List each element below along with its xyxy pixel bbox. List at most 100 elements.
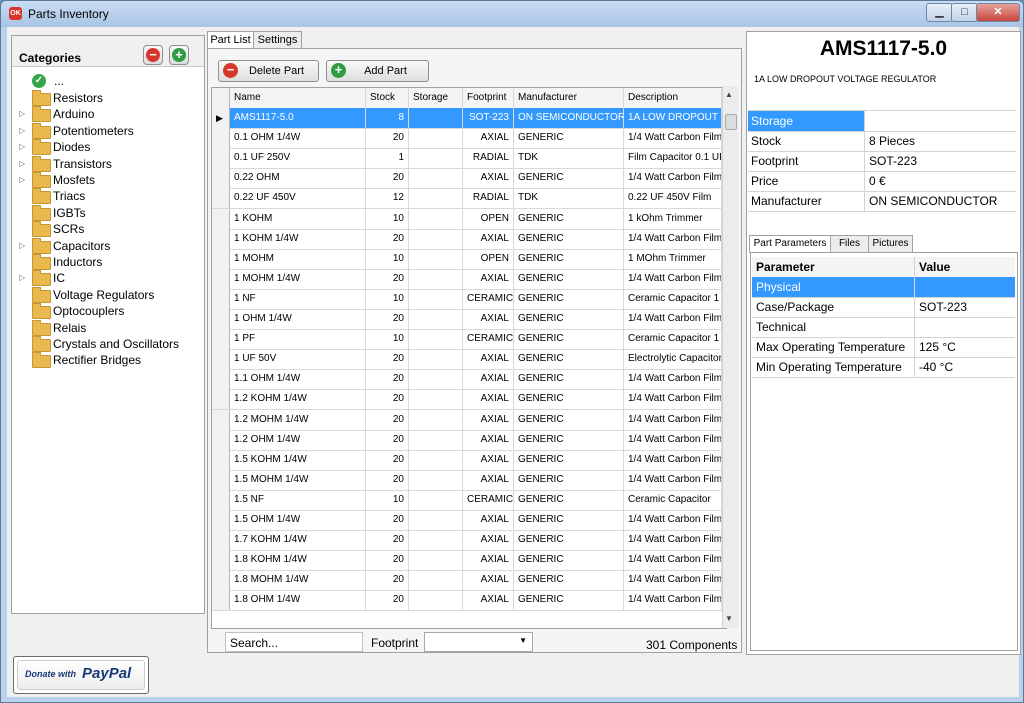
table-row[interactable]: 1.8 MOHM 1/4W 20 AXIAL GENERIC 1/4 Watt Carb… xyxy=(212,570,726,592)
row-header[interactable] xyxy=(212,369,230,390)
property-row[interactable]: Manufacturer ON SEMICONDUCTOR xyxy=(748,191,1016,212)
table-row[interactable]: 0.1 UF 250V 1 RADIAL TDK Film Capacitor 0.1 … xyxy=(212,148,726,170)
table-row[interactable]: 1.5 OHM 1/4W 20 AXIAL GENERIC 1/4 Watt Carbo… xyxy=(212,510,726,531)
table-row[interactable]: 1.2 MOHM 1/4W 20 AXIAL GENERIC 1/4 Watt Carb… xyxy=(212,409,726,431)
parameter-group-row[interactable]: Physical xyxy=(752,277,1015,298)
table-row[interactable]: 0.22 UF 450V 12 RADIAL TDK 0.22 UF 450V Film xyxy=(212,188,726,210)
row-header[interactable] xyxy=(212,429,230,450)
title-bar[interactable]: OK Parts Inventory ▁ □ ✕ xyxy=(1,1,1023,27)
row-header[interactable] xyxy=(212,530,230,551)
column-header-name[interactable]: Name xyxy=(230,88,366,108)
table-row[interactable]: 1.8 KOHM 1/4W 20 AXIAL GENERIC 1/4 Watt Carb… xyxy=(212,550,726,572)
row-header[interactable] xyxy=(212,449,230,470)
tree-item[interactable]: ▷ Arduino xyxy=(12,106,204,123)
column-header-storage[interactable]: Storage xyxy=(409,88,463,108)
tree-item[interactable]: ▷ Potentiometers xyxy=(12,122,204,139)
row-header[interactable] xyxy=(212,128,230,149)
expand-arrow-icon[interactable]: ▷ xyxy=(19,273,25,282)
table-row[interactable]: 1 OHM 1/4W 20 AXIAL GENERIC 1/4 Watt Carbon … xyxy=(212,309,726,330)
column-header-description[interactable]: Description xyxy=(624,88,722,108)
expand-arrow-icon[interactable]: ▷ xyxy=(19,109,25,118)
tree-item[interactable]: Optocouplers xyxy=(12,303,204,320)
tree-item[interactable]: Relais xyxy=(12,319,204,336)
row-header[interactable] xyxy=(212,309,230,329)
table-row[interactable]: 1 NF 10 CERAMIC GENERIC Ceramic Capacitor 1 xyxy=(212,288,726,310)
scroll-down-icon[interactable]: ▼ xyxy=(725,614,733,623)
minimize-button[interactable]: ▁ xyxy=(926,3,953,22)
table-row[interactable]: 0.1 OHM 1/4W 20 AXIAL GENERIC 1/4 Watt Carbo… xyxy=(212,128,726,150)
row-header[interactable] xyxy=(212,489,230,510)
property-row[interactable]: Footprint SOT-223 xyxy=(748,151,1016,172)
table-row[interactable]: 1.5 KOHM 1/4W 20 AXIAL GENERIC 1/4 Watt Carb… xyxy=(212,449,726,471)
add-part-button[interactable]: + Add Part xyxy=(326,60,429,82)
row-header[interactable] xyxy=(212,469,230,490)
row-header[interactable] xyxy=(212,168,230,189)
remove-category-button[interactable]: − xyxy=(143,45,163,65)
tree-item[interactable]: ▷ Diodes xyxy=(12,139,204,156)
expand-arrow-icon[interactable]: ▷ xyxy=(19,241,25,250)
tree-item[interactable]: Triacs xyxy=(12,188,204,205)
table-row[interactable]: 1 MOHM 10 OPEN GENERIC 1 MOhm Trimmer xyxy=(212,248,726,270)
parameter-group-row[interactable]: Technical xyxy=(752,317,1015,338)
close-button[interactable]: ✕ xyxy=(976,3,1020,22)
property-row[interactable]: Stock 8 Pieces xyxy=(748,131,1016,152)
tree-item[interactable]: ▷ Capacitors xyxy=(12,237,204,254)
row-header[interactable] xyxy=(212,329,230,350)
row-header[interactable] xyxy=(212,349,230,370)
table-row[interactable]: 1.5 MOHM 1/4W 20 AXIAL GENERIC 1/4 Watt Carb… xyxy=(212,469,726,491)
row-header[interactable] xyxy=(212,208,230,229)
row-header[interactable]: ▶ xyxy=(212,108,230,128)
maximize-button[interactable]: □ xyxy=(951,3,978,22)
tab-part-parameters[interactable]: Part Parameters xyxy=(749,235,831,253)
table-row[interactable]: 1.8 OHM 1/4W 20 AXIAL GENERIC 1/4 Watt Carbo… xyxy=(212,590,726,612)
table-scrollbar[interactable]: ▲ ▼ xyxy=(722,86,738,628)
row-header[interactable] xyxy=(212,570,230,591)
row-header[interactable] xyxy=(212,389,230,410)
row-header[interactable] xyxy=(212,510,230,530)
column-header-manufacturer[interactable]: Manufacturer xyxy=(514,88,624,108)
parameter-row[interactable]: Max Operating Temperature 125 °C xyxy=(752,337,1015,358)
tab-files[interactable]: Files xyxy=(830,235,869,252)
table-row[interactable]: 1.1 OHM 1/4W 20 AXIAL GENERIC 1/4 Watt Carbo… xyxy=(212,369,726,391)
row-header[interactable] xyxy=(212,148,230,169)
row-header[interactable] xyxy=(212,268,230,289)
table-row[interactable]: 1 KOHM 10 OPEN GENERIC 1 kOhm Trimmer xyxy=(212,208,726,230)
tab-part-list[interactable]: Part List xyxy=(207,31,254,49)
table-row[interactable]: 0.22 OHM 20 AXIAL GENERIC 1/4 Watt Carbon Fi… xyxy=(212,168,726,190)
footprint-select[interactable]: ▼ xyxy=(424,632,533,652)
row-header[interactable] xyxy=(212,188,230,209)
table-row[interactable]: 1.5 NF 10 CERAMIC GENERIC Ceramic Capacitor xyxy=(212,489,726,511)
column-header-stock[interactable]: Stock xyxy=(366,88,409,108)
search-input[interactable]: Search... xyxy=(225,632,363,652)
column-header-footprint[interactable]: Footprint xyxy=(463,88,514,108)
table-row[interactable]: ▶ AMS1117-5.0 8 SOT-223 ON SEMICONDUCTOR 1A L… xyxy=(212,108,726,129)
tab-settings[interactable]: Settings xyxy=(253,31,302,48)
tree-item[interactable]: ▷ Transistors xyxy=(12,155,204,172)
table-row[interactable]: 1.7 KOHM 1/4W 20 AXIAL GENERIC 1/4 Watt Carb… xyxy=(212,530,726,552)
row-header[interactable] xyxy=(212,228,230,249)
scroll-thumb[interactable] xyxy=(725,114,737,130)
table-row[interactable]: 1 MOHM 1/4W 20 AXIAL GENERIC 1/4 Watt Carbon… xyxy=(212,268,726,290)
table-row[interactable]: 1 PF 10 CERAMIC GENERIC Ceramic Capacitor 1 xyxy=(212,329,726,351)
scroll-up-icon[interactable]: ▲ xyxy=(725,90,733,99)
table-row[interactable]: 1.2 OHM 1/4W 20 AXIAL GENERIC 1/4 Watt Carbo… xyxy=(212,429,726,451)
parameter-row[interactable]: Min Operating Temperature -40 °C xyxy=(752,357,1015,378)
row-header[interactable] xyxy=(212,550,230,571)
expand-arrow-icon[interactable]: ▷ xyxy=(19,159,25,168)
row-header[interactable] xyxy=(212,590,230,611)
row-header[interactable] xyxy=(212,248,230,269)
tree-item[interactable]: Voltage Regulators xyxy=(12,286,204,303)
property-row[interactable]: Price 0 € xyxy=(748,171,1016,192)
tree-item[interactable]: Inductors xyxy=(12,254,204,270)
tab-pictures[interactable]: Pictures xyxy=(868,235,913,252)
tree-item[interactable]: Rectifier Bridges xyxy=(12,352,204,369)
tree-item[interactable]: Crystals and Oscillators xyxy=(12,336,204,352)
table-row[interactable]: 1 UF 50V 20 AXIAL GENERIC Electrolytic Capac… xyxy=(212,349,726,371)
row-header[interactable] xyxy=(212,288,230,309)
table-row[interactable]: 1.2 KOHM 1/4W 20 AXIAL GENERIC 1/4 Watt Carb… xyxy=(212,389,726,411)
tree-item[interactable]: IGBTs xyxy=(12,204,204,221)
parameter-row[interactable]: Case/Package SOT-223 xyxy=(752,297,1015,318)
property-row[interactable]: Storage xyxy=(748,111,1016,132)
tree-item[interactable]: ▷ Mosfets xyxy=(12,172,204,188)
expand-arrow-icon[interactable]: ▷ xyxy=(19,126,25,135)
